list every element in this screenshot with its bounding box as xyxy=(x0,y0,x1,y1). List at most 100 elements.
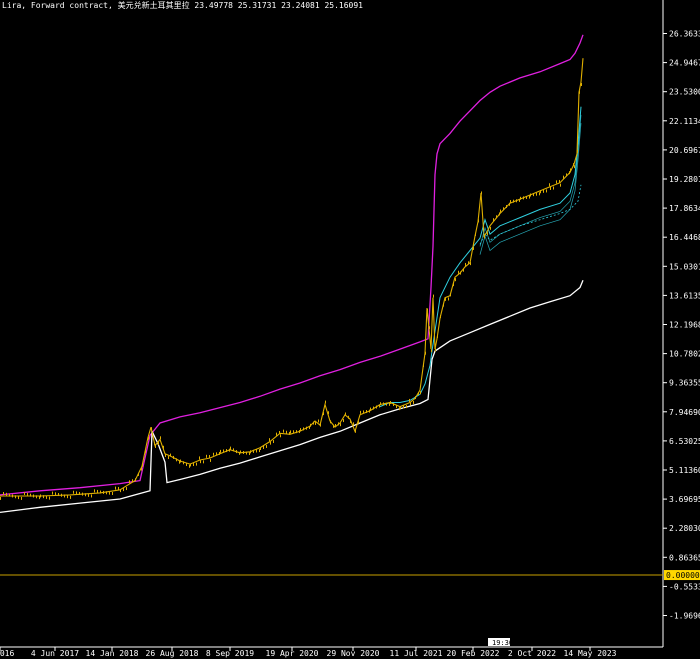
price-bar xyxy=(259,449,260,453)
price-bar xyxy=(563,175,564,179)
price-bar xyxy=(155,444,156,448)
price-bar xyxy=(199,456,200,460)
x-tick-label: 14 May 2023 xyxy=(564,649,617,658)
current-value-label: 0.00000 xyxy=(666,571,700,580)
price-bar xyxy=(109,491,110,495)
price-bar xyxy=(230,446,231,450)
price-bar xyxy=(243,451,244,455)
price-bar xyxy=(516,199,517,203)
price-bar xyxy=(493,218,494,222)
price-bar xyxy=(43,495,44,499)
price-bar xyxy=(61,493,62,497)
price-bar xyxy=(46,495,47,499)
y-tick-label: -0.55330 xyxy=(669,582,700,591)
price-bar xyxy=(220,449,221,453)
price-bar xyxy=(380,402,381,406)
price-bar xyxy=(64,494,65,498)
y-tick-label: 17.86345 xyxy=(669,204,700,213)
price-bar xyxy=(151,427,152,431)
price-bar xyxy=(379,404,380,408)
price-bar xyxy=(556,180,557,184)
ma-series xyxy=(379,106,582,408)
price-bar xyxy=(148,436,149,440)
price-bar xyxy=(325,400,326,404)
price-bar xyxy=(420,391,421,395)
price-bar xyxy=(6,492,7,496)
price-bar xyxy=(168,456,169,460)
price-bar xyxy=(369,409,370,413)
price-bar xyxy=(70,495,71,499)
x-tick-label: 2 Oct 2022 xyxy=(508,649,556,658)
price-bar xyxy=(216,452,217,456)
price-bar xyxy=(103,490,104,494)
price-bar xyxy=(55,492,56,496)
price-bar xyxy=(510,200,511,204)
ma-envelope-2 xyxy=(479,123,582,255)
price-bar xyxy=(415,396,416,400)
price-bar xyxy=(418,391,419,395)
price-bar xyxy=(570,168,571,172)
price-bar xyxy=(373,406,374,410)
price-bar xyxy=(300,428,301,432)
price-bar xyxy=(463,268,464,272)
price-bar xyxy=(360,410,361,414)
price-bar xyxy=(100,490,101,494)
time-marker-label: 19:30 xyxy=(492,639,513,647)
price-bar xyxy=(458,270,459,274)
x-tick-label: 4 Jun 2017 xyxy=(31,649,79,658)
price-bar xyxy=(500,209,501,213)
price-bar xyxy=(138,472,139,476)
price-bar xyxy=(487,232,488,236)
price-bar xyxy=(233,448,234,452)
x-tick-label: 20 Feb 2022 xyxy=(447,649,500,658)
x-tick-label: 29 Nov 2020 xyxy=(327,649,380,658)
price-bar xyxy=(315,421,316,425)
price-bar xyxy=(186,463,187,467)
y-tick-label: 15.03015 xyxy=(669,262,700,271)
price-bar xyxy=(9,493,10,497)
price-bar xyxy=(366,410,367,414)
price-bar xyxy=(448,297,449,301)
y-tick-label: 9.36355 xyxy=(669,379,700,388)
price-bar xyxy=(263,445,264,449)
price-bar xyxy=(455,278,456,282)
price-bar xyxy=(240,450,241,454)
price-bar xyxy=(400,405,401,409)
price-bar xyxy=(333,424,334,428)
price-bar xyxy=(413,400,414,404)
price-bar xyxy=(52,491,53,495)
price-bar xyxy=(120,489,121,493)
price-bar xyxy=(577,149,578,153)
price-bar xyxy=(82,492,83,496)
y-tick-label: 22.11340 xyxy=(669,117,700,126)
price-bar xyxy=(249,452,250,456)
price-bar xyxy=(310,423,311,427)
price-bar xyxy=(427,308,428,312)
price-bar xyxy=(276,432,277,436)
price-bar xyxy=(118,486,119,490)
price-bar xyxy=(189,464,190,468)
price-bar xyxy=(306,426,307,430)
x-tick-label: 8 Sep 2019 xyxy=(206,649,254,658)
price-bar xyxy=(546,189,547,193)
y-tick-label: 19.28010 xyxy=(669,175,700,184)
price-bar xyxy=(193,463,194,467)
price-bar xyxy=(335,423,336,427)
price-bar xyxy=(126,487,127,491)
price-bar xyxy=(318,419,319,423)
price-series xyxy=(0,58,584,497)
chart-window: Lira, Forward contract, 美元兑新土耳其里拉 23.497… xyxy=(0,0,700,659)
price-chart[interactable]: 26.36335 24.94670 23.53005 22.11340 20.69675… xyxy=(0,0,700,659)
price-bar xyxy=(88,493,89,497)
y-tick-label: 26.36335 xyxy=(669,30,700,39)
y-tick-label: 23.53005 xyxy=(669,88,700,97)
price-bar xyxy=(129,480,130,484)
price-bar xyxy=(21,496,22,500)
price-bar xyxy=(353,422,354,426)
price-bar xyxy=(393,403,394,407)
y-tick-label: 5.11360 xyxy=(669,466,700,475)
y-tick-label: 20.69675 xyxy=(669,146,700,155)
price-bar xyxy=(429,326,430,330)
price-bar xyxy=(313,421,314,425)
price-bar xyxy=(286,430,287,434)
